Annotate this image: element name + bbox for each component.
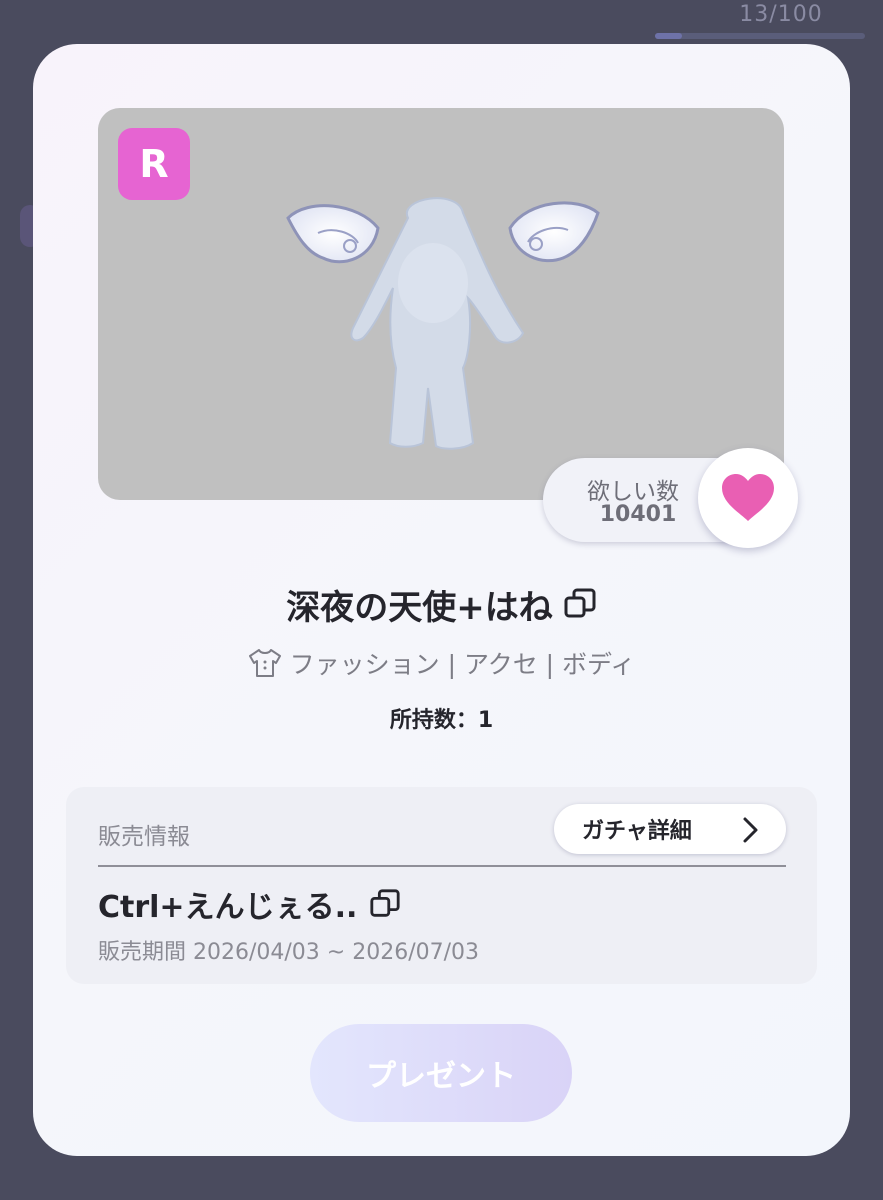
wish-label: 欲しい数	[587, 479, 679, 505]
gacha-detail-label: ガチャ詳細	[582, 819, 692, 844]
sales-divider	[98, 865, 786, 867]
chevron-right-icon	[743, 817, 758, 843]
copy-icon[interactable]	[369, 888, 401, 920]
item-name: 深夜の天使+はね	[286, 587, 553, 628]
rarity-badge: R	[118, 128, 190, 200]
shirt-icon	[248, 649, 281, 677]
category-row: ファッション | アクセ | ボディ	[33, 646, 850, 680]
gacha-name: Ctrl+えんじぇる..	[98, 890, 358, 925]
background-progress-text: 13/100	[739, 2, 823, 27]
sales-info-header: 販売情報	[98, 824, 190, 850]
heart-icon	[722, 474, 774, 521]
gacha-name-row: Ctrl+えんじぇる..	[98, 883, 401, 925]
item-image-panel: R	[98, 108, 784, 500]
present-button[interactable]: プレゼント	[310, 1024, 572, 1122]
owned-count: 所持数：1	[389, 708, 494, 733]
gacha-detail-button[interactable]: ガチャ詳細	[554, 804, 786, 854]
sales-info-box: 販売情報 ガチャ詳細 Ctrl+えんじぇる.. 販売期間 2026/04/03 …	[66, 787, 817, 984]
item-title-row: 深夜の天使+はね	[33, 579, 850, 629]
copy-icon[interactable]	[563, 587, 597, 621]
wish-heart-button[interactable]	[698, 448, 798, 548]
item-illustration	[286, 197, 600, 450]
category-text: ファッション | アクセ | ボディ	[289, 650, 636, 679]
background-progress-bar	[655, 33, 865, 39]
item-detail-modal: R 欲しい数 10401 深夜の天使+はね ファッション | アクセ | ボディ…	[33, 44, 850, 1156]
wish-count: 10401	[599, 502, 677, 527]
sales-period: 販売期間 2026/04/03 ~ 2026/07/03	[98, 940, 480, 965]
background-progress-fill	[655, 33, 683, 39]
